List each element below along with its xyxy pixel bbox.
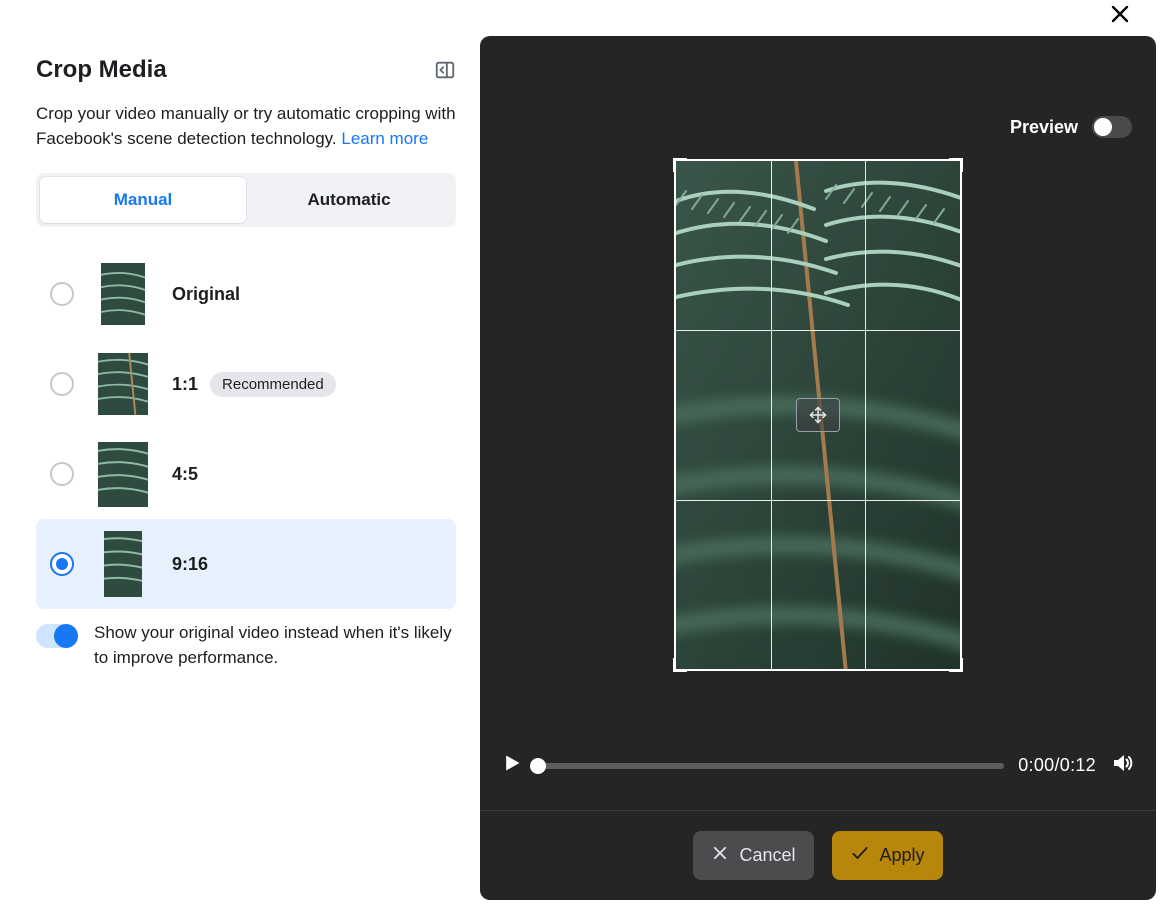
aspect-ratio-list: Original: [36, 249, 456, 609]
grid-line: [865, 161, 866, 669]
ratio-label-text: 1:1: [172, 374, 198, 395]
radio-icon: [50, 282, 74, 306]
time-display: 0:00/0:12: [1018, 755, 1096, 776]
progress-bar[interactable]: [536, 763, 1004, 769]
learn-more-link[interactable]: Learn more: [341, 129, 428, 148]
ratio-label: Original: [172, 284, 240, 305]
grid-line: [676, 330, 960, 331]
performance-toggle-row: Show your original video instead when it…: [36, 621, 456, 670]
ratio-option-1-1[interactable]: 1:1 Recommended: [36, 339, 456, 429]
performance-toggle[interactable]: [36, 624, 76, 648]
crop-frame[interactable]: [674, 159, 962, 671]
tab-automatic[interactable]: Automatic: [246, 177, 452, 223]
ratio-option-9-16[interactable]: 9:16: [36, 519, 456, 609]
ratio-label: 4:5: [172, 464, 198, 485]
left-panel: Crop Media Crop your video manually or t…: [36, 56, 456, 671]
cancel-button-label: Cancel: [739, 845, 795, 866]
radio-icon: [50, 552, 74, 576]
apply-button[interactable]: Apply: [832, 831, 943, 880]
panel-title: Crop Media: [36, 56, 167, 84]
thumbnail-9-16: [104, 531, 142, 597]
crop-handle[interactable]: [673, 158, 687, 172]
radio-icon: [50, 372, 74, 396]
check-icon: [850, 843, 870, 868]
preview-area: Preview: [480, 36, 1156, 751]
ratio-label: 1:1 Recommended: [172, 372, 336, 397]
scrubber-handle[interactable]: [530, 758, 546, 774]
crop-handle[interactable]: [949, 658, 963, 672]
preview-toggle-group: Preview: [1010, 116, 1132, 138]
mode-segmented-control: Manual Automatic: [36, 173, 456, 227]
recommended-badge: Recommended: [210, 372, 336, 397]
volume-icon[interactable]: [1110, 751, 1134, 780]
preview-panel: Preview: [480, 36, 1156, 900]
ratio-option-4-5[interactable]: 4:5: [36, 429, 456, 519]
preview-toggle[interactable]: [1092, 116, 1132, 138]
grid-line: [676, 500, 960, 501]
thumbnail-4-5: [98, 442, 148, 507]
collapse-panel-icon[interactable]: [434, 59, 456, 81]
preview-label: Preview: [1010, 117, 1078, 138]
ratio-option-original[interactable]: Original: [36, 249, 456, 339]
performance-toggle-label: Show your original video instead when it…: [94, 621, 456, 670]
play-icon[interactable]: [502, 753, 522, 778]
thumbnail-original: [101, 263, 145, 325]
close-icon: [711, 844, 729, 867]
tab-manual[interactable]: Manual: [40, 177, 246, 223]
ratio-label: 9:16: [172, 554, 208, 575]
video-player-bar: 0:00/0:12: [480, 751, 1156, 810]
crop-handle[interactable]: [673, 658, 687, 672]
cancel-button[interactable]: Cancel: [693, 831, 813, 880]
crop-handle[interactable]: [949, 158, 963, 172]
close-icon[interactable]: [1100, 0, 1140, 36]
panel-description: Crop your video manually or try automati…: [36, 102, 456, 151]
apply-button-label: Apply: [880, 845, 925, 866]
grid-line: [771, 161, 772, 669]
dialog-footer: Cancel Apply: [480, 810, 1156, 900]
thumbnail-1-1: [98, 353, 148, 415]
radio-icon: [50, 462, 74, 486]
crop-media-dialog: Crop Media Crop your video manually or t…: [0, 0, 1160, 921]
move-icon[interactable]: [796, 398, 840, 432]
